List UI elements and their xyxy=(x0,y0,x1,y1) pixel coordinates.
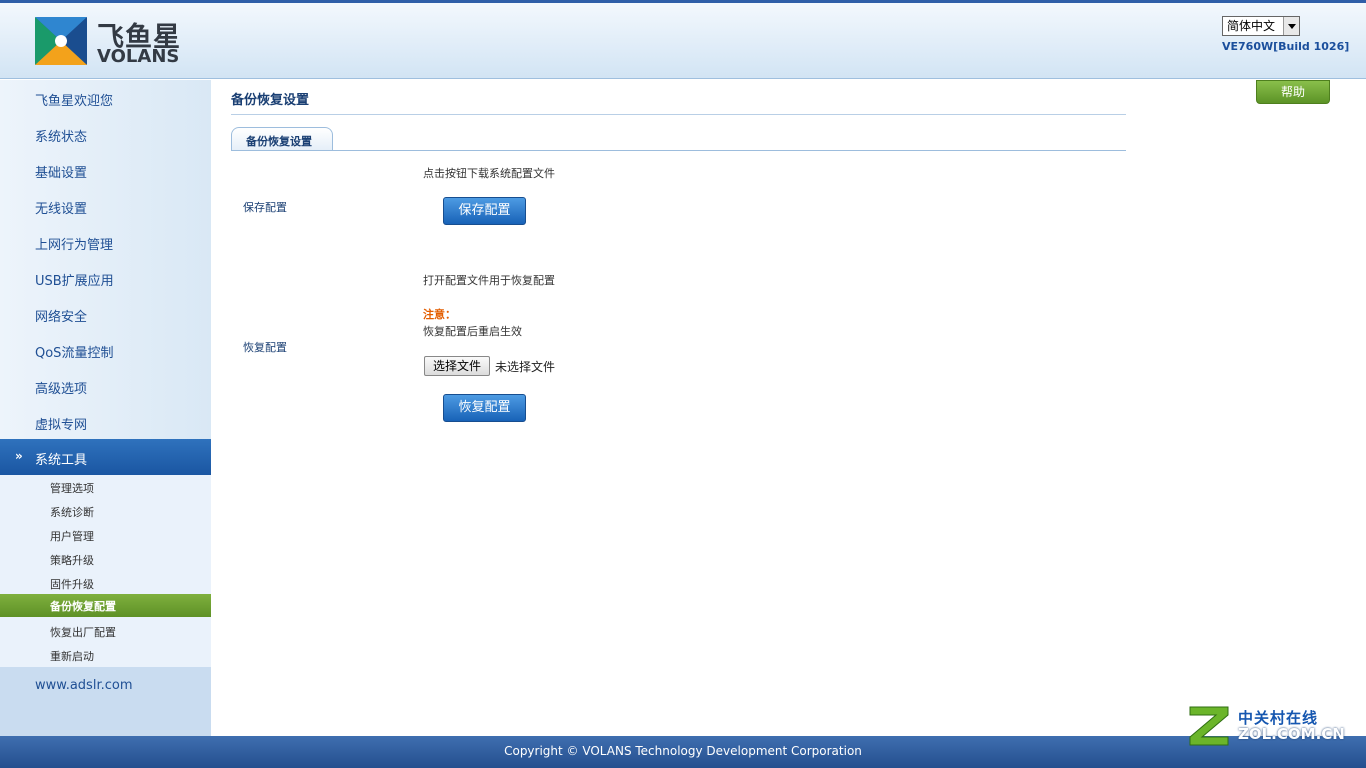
copyright-text: Copyright © VOLANS Technology Developmen… xyxy=(504,744,862,758)
tab-backup-restore[interactable]: 备份恢复设置 xyxy=(231,127,333,151)
submenu-item-diagnostics[interactable]: 系统诊断 xyxy=(50,504,94,520)
firmware-version: VE760W[Build 1026] xyxy=(1222,40,1350,53)
save-config-button[interactable]: 保存配置 xyxy=(443,197,526,225)
submenu-system-tools: 管理选项 系统诊断 用户管理 策略升级 固件升级 备份恢复配置 恢复出厂配置 重… xyxy=(0,475,211,667)
double-chevron-down-icon: » xyxy=(15,449,23,463)
restore-config-label: 恢复配置 xyxy=(243,341,287,354)
help-button[interactable]: 帮助 xyxy=(1256,80,1330,104)
submenu-item-reboot[interactable]: 重新启动 xyxy=(50,648,94,664)
sidebar-item-behavior-management[interactable]: 上网行为管理 xyxy=(35,234,113,253)
zol-logo-icon xyxy=(1189,706,1229,746)
logo-text-en: VOLANS xyxy=(97,46,180,67)
sidebar-item-welcome[interactable]: 飞鱼星欢迎您 xyxy=(35,90,113,109)
chevron-down-icon[interactable] xyxy=(1283,17,1299,35)
brand-logo: 飞鱼星 VOLANS xyxy=(33,15,193,71)
note-title: 注意： xyxy=(423,308,456,321)
choose-file-button[interactable]: 选择文件 xyxy=(424,356,490,376)
sidebar-item-security[interactable]: 网络安全 xyxy=(35,306,87,325)
tab-label: 备份恢复设置 xyxy=(246,135,312,148)
submenu-item-user-management[interactable]: 用户管理 xyxy=(50,528,94,544)
submenu-item-policy-upgrade[interactable]: 策略升级 xyxy=(50,552,94,568)
footer: Copyright © VOLANS Technology Developmen… xyxy=(0,736,1366,768)
sidebar-item-basic-settings[interactable]: 基础设置 xyxy=(35,162,87,181)
save-config-label: 保存配置 xyxy=(243,201,287,214)
logo-icon xyxy=(35,17,87,65)
submenu-item-firmware-upgrade[interactable]: 固件升级 xyxy=(50,576,94,592)
sidebar-item-label: 系统工具 xyxy=(35,453,88,468)
divider xyxy=(231,114,1126,115)
language-select[interactable]: 简体中文 xyxy=(1222,16,1300,36)
page-title: 备份恢复设置 xyxy=(231,93,310,108)
zol-watermark: 中关村在线 ZOL.COM.CN xyxy=(1186,701,1348,749)
sidebar-menu: 飞鱼星欢迎您 系统状态 基础设置 无线设置 上网行为管理 USB扩展应用 网络安… xyxy=(0,80,211,439)
header: 飞鱼星 VOLANS 简体中文 VE760W[Build 1026] xyxy=(0,3,1366,79)
sidebar-item-vpn[interactable]: 虚拟专网 xyxy=(35,414,87,433)
save-hint: 点击按钮下载系统配置文件 xyxy=(423,167,555,180)
note-text: 恢复配置后重启生效 xyxy=(423,325,522,338)
website-link[interactable]: www.adslr.com xyxy=(35,678,133,693)
sidebar-item-wireless[interactable]: 无线设置 xyxy=(35,198,87,217)
submenu-item-management[interactable]: 管理选项 xyxy=(50,480,94,496)
submenu-item-label: 备份恢复配置 xyxy=(50,600,116,613)
submenu-item-factory-reset[interactable]: 恢复出厂配置 xyxy=(50,624,116,640)
restore-config-button[interactable]: 恢复配置 xyxy=(443,394,526,422)
sidebar-item-advanced[interactable]: 高级选项 xyxy=(35,378,87,397)
language-value: 简体中文 xyxy=(1227,19,1276,33)
sidebar-item-system-status[interactable]: 系统状态 xyxy=(35,126,87,145)
file-status: 未选择文件 xyxy=(495,360,556,374)
restore-hint: 打开配置文件用于恢复配置 xyxy=(423,274,555,287)
watermark-en: ZOL.COM.CN xyxy=(1238,725,1345,743)
sidebar-item-qos[interactable]: QoS流量控制 xyxy=(35,342,113,361)
submenu-item-backup-restore[interactable]: 备份恢复配置 xyxy=(0,594,211,617)
tab-divider xyxy=(231,150,1126,151)
sidebar: 飞鱼星欢迎您 系统状态 基础设置 无线设置 上网行为管理 USB扩展应用 网络安… xyxy=(0,80,211,736)
sidebar-item-usb[interactable]: USB扩展应用 xyxy=(35,270,114,289)
sidebar-item-system-tools[interactable]: » 系统工具 xyxy=(0,439,211,475)
